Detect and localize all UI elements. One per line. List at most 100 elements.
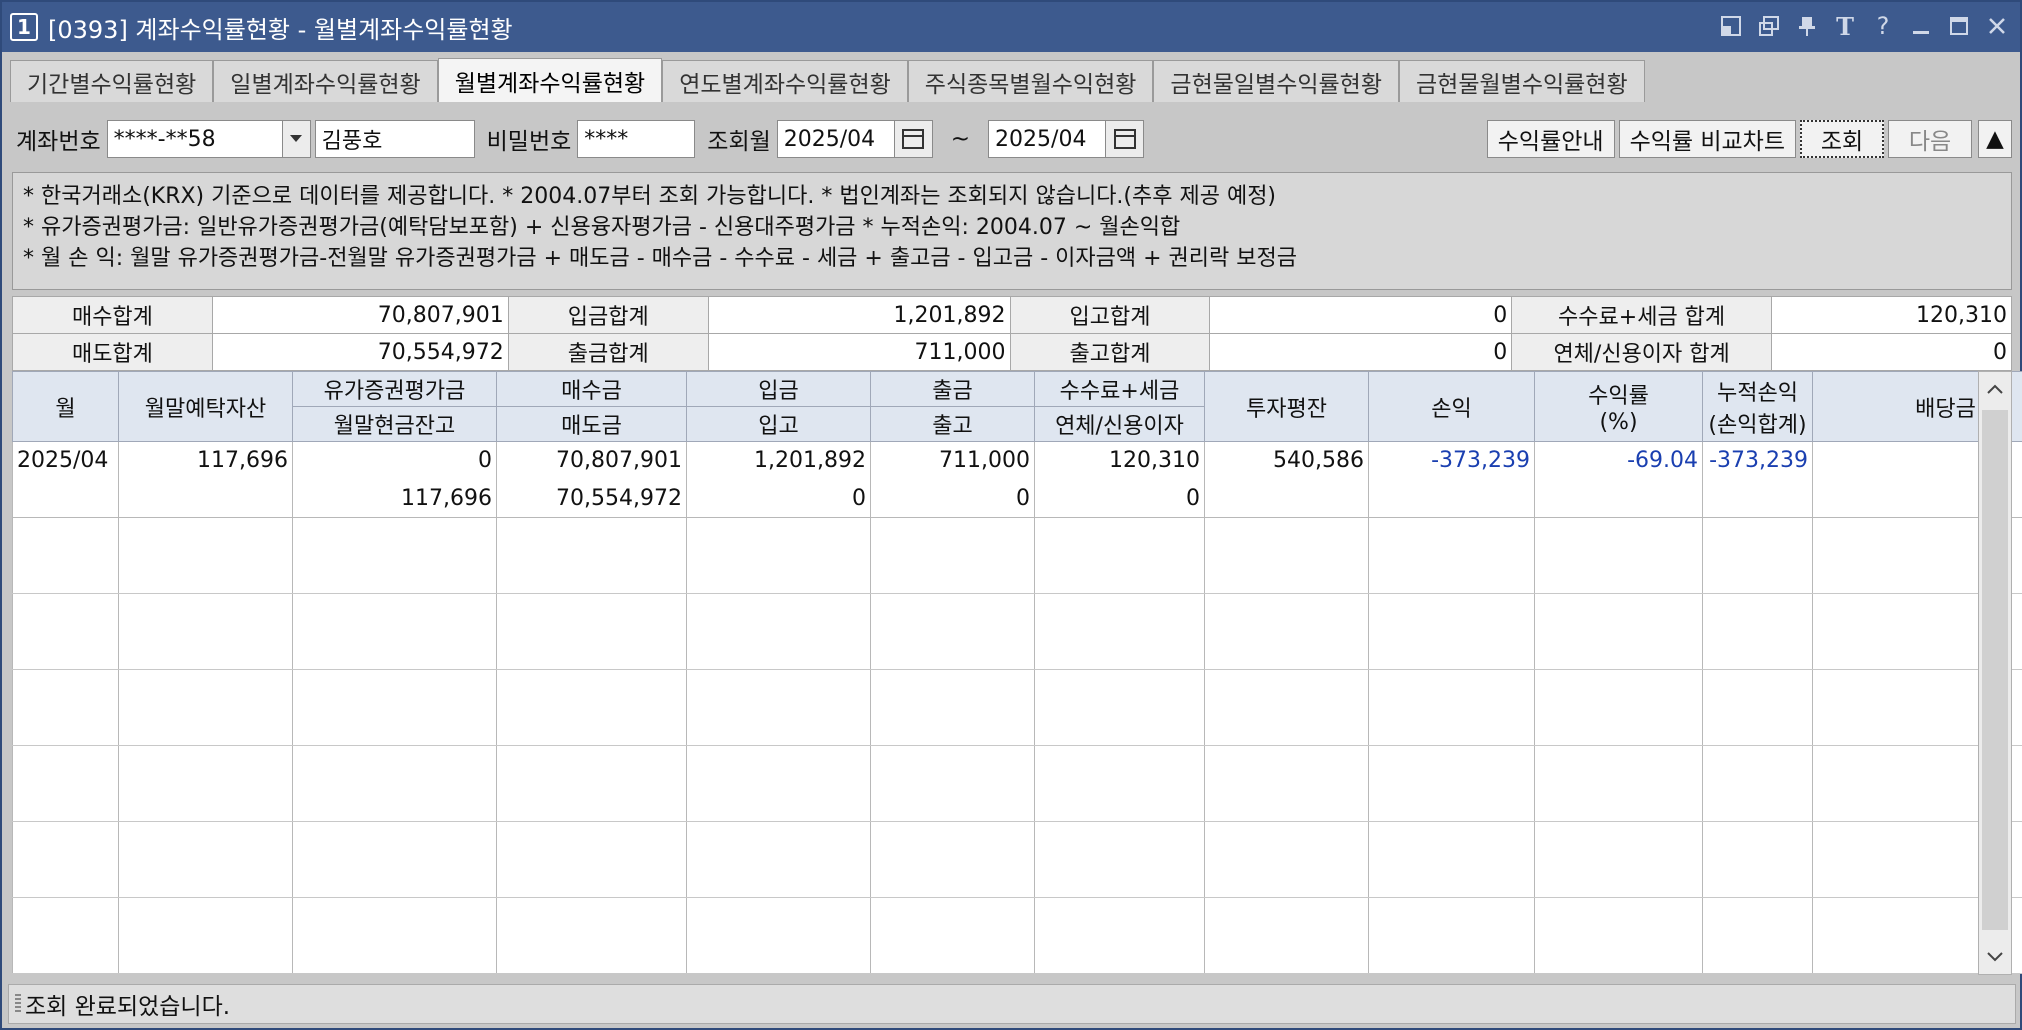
cell-in: 0 bbox=[686, 479, 871, 518]
cell-out: 0 bbox=[870, 479, 1035, 518]
cell-sell: 70,554,972 bbox=[496, 479, 687, 518]
col-avg-invest[interactable]: 투자평잔 bbox=[1204, 371, 1369, 442]
empty-row bbox=[12, 897, 2022, 974]
scroll-up-arrow[interactable] bbox=[1979, 372, 2011, 406]
tab-bar: 기간별수익률현황 일별계좌수익률현황 월별계좌수익률현황 연도별계좌수익률현황 … bbox=[10, 58, 1645, 102]
tab-gold-monthly-return[interactable]: 금현물월별수익률현황 bbox=[1399, 60, 1645, 102]
cell-avg-invest: 540,586 bbox=[1204, 441, 1369, 480]
chevron-down-icon bbox=[290, 135, 303, 142]
query-toolbar: 계좌번호 ****-**58 김풍호 비밀번호 **** 조회월 2025/04… bbox=[10, 114, 2012, 164]
out-total-value: 0 bbox=[1209, 333, 1513, 371]
title-controls: T ? bbox=[1716, 10, 2012, 42]
table-row[interactable]: 2025/04 117,696 0 70,807,901 1,201,892 7… bbox=[12, 441, 2022, 480]
col-sell[interactable]: 매도금 bbox=[496, 406, 687, 442]
fee-tax-total-value: 120,310 bbox=[1771, 296, 2012, 334]
col-fee-tax[interactable]: 수수료+세금 bbox=[1034, 371, 1205, 407]
maximize-icon[interactable] bbox=[1944, 10, 1974, 42]
tab-period-return[interactable]: 기간별수익률현황 bbox=[10, 60, 214, 102]
font-icon[interactable]: T bbox=[1830, 10, 1860, 42]
to-month-input[interactable]: 2025/04 bbox=[988, 120, 1107, 158]
query-button[interactable]: 조회 bbox=[1800, 120, 1884, 158]
tab-gold-daily-return[interactable]: 금현물일별수익률현황 bbox=[1153, 60, 1400, 102]
empty-row bbox=[12, 517, 2022, 594]
range-tilde: ~ bbox=[950, 126, 971, 152]
notice-line-3: * 월 손 익: 월말 유가증권평가금-전월말 유가증권평가금 + 매도금 - … bbox=[23, 246, 1297, 271]
notice-panel: * 한국거래소(KRX) 기준으로 데이터를 제공합니다. * 2004.07부… bbox=[12, 172, 2012, 290]
overdue-interest-label: 연체/신용이자 합계 bbox=[1511, 333, 1773, 371]
help-icon[interactable]: ? bbox=[1868, 10, 1898, 42]
cell-deposit: 1,201,892 bbox=[686, 441, 871, 480]
account-input[interactable]: ****-**58 bbox=[106, 120, 283, 158]
col-in[interactable]: 입고 bbox=[686, 406, 871, 442]
account-label: 계좌번호 bbox=[16, 129, 101, 155]
window-number-badge: 1 bbox=[10, 13, 38, 41]
scroll-down-arrow[interactable] bbox=[1979, 940, 2011, 974]
status-message: 조회 완료되었습니다. bbox=[25, 994, 231, 1020]
from-month-input[interactable]: 2025/04 bbox=[776, 120, 895, 158]
col-cum-pnl-label: 누적손익 bbox=[1717, 380, 1798, 406]
overdue-interest-value: 0 bbox=[1771, 333, 2012, 371]
cell-month-end-assets: 117,696 bbox=[118, 441, 293, 480]
account-dropdown-button[interactable] bbox=[282, 120, 311, 158]
status-bar: 조회 완료되었습니다. bbox=[8, 984, 2016, 1024]
col-withdraw[interactable]: 출금 bbox=[870, 371, 1035, 407]
chevron-up-icon bbox=[1987, 384, 2003, 394]
return-guide-button[interactable]: 수익률안내 bbox=[1486, 120, 1615, 158]
col-cum-pnl-sub: (손익합계) bbox=[1708, 412, 1807, 438]
notice-line-1: * 한국거래소(KRX) 기준으로 데이터를 제공합니다. * 2004.07부… bbox=[23, 184, 1277, 209]
cell-cash-balance: 117,696 bbox=[292, 479, 497, 518]
return-compare-chart-button[interactable]: 수익률 비교차트 bbox=[1618, 120, 1796, 158]
buy-total-value: 70,807,901 bbox=[211, 296, 509, 334]
tab-daily-account-return[interactable]: 일별계좌수익률현황 bbox=[213, 60, 438, 102]
col-month-end-assets[interactable]: 월말예탁자산 bbox=[118, 371, 293, 442]
next-button[interactable]: 다음 bbox=[1888, 120, 1972, 158]
col-pnl[interactable]: 손익 bbox=[1368, 371, 1535, 442]
in-total-label: 입고합계 bbox=[1009, 296, 1211, 334]
month-label: 조회월 bbox=[707, 129, 771, 155]
cell-pnl: -373,239 bbox=[1368, 441, 1535, 480]
col-month[interactable]: 월 bbox=[12, 371, 119, 442]
col-cash-balance[interactable]: 월말현금잔고 bbox=[292, 406, 497, 442]
col-deposit[interactable]: 입금 bbox=[686, 371, 871, 407]
layout-icon[interactable] bbox=[1716, 10, 1746, 42]
in-total-value: 0 bbox=[1209, 296, 1513, 334]
cell-return-rate: -69.04 bbox=[1534, 441, 1703, 480]
col-interest[interactable]: 연체/신용이자 bbox=[1034, 406, 1205, 442]
empty-row bbox=[12, 745, 2022, 822]
cell-fee-tax: 120,310 bbox=[1034, 441, 1205, 480]
title-bar: 1 [0393] 계좌수익률현황 - 월별계좌수익률현황 T ? bbox=[2, 2, 2020, 52]
to-month-calendar-button[interactable] bbox=[1106, 120, 1145, 158]
from-month-calendar-button[interactable] bbox=[894, 120, 933, 158]
tab-monthly-account-return[interactable]: 월별계좌수익률현황 bbox=[437, 58, 663, 102]
tab-yearly-account-return[interactable]: 연도별계좌수익률현황 bbox=[662, 60, 908, 102]
tab-stock-monthly-return[interactable]: 주식종목별월수익현황 bbox=[907, 60, 1154, 102]
pin-icon[interactable] bbox=[1792, 10, 1822, 42]
grid-scrollbar[interactable] bbox=[1978, 371, 2012, 975]
col-sec-eval[interactable]: 유가증권평가금 bbox=[292, 371, 497, 407]
sell-total-value: 70,554,972 bbox=[211, 333, 509, 371]
scroll-thumb[interactable] bbox=[1982, 410, 2008, 930]
summary-row-2: 매도합계 70,554,972 출금합계 711,000 출고합계 0 연체/신… bbox=[12, 333, 2012, 371]
col-out[interactable]: 출고 bbox=[870, 406, 1035, 442]
password-input[interactable]: **** bbox=[577, 120, 696, 158]
close-icon[interactable] bbox=[1982, 10, 2012, 42]
grid-header-row-1: 월 월말예탁자산 유가증권평가금 매수금 입금 출금 수수료+세금 투자평잔 손… bbox=[12, 371, 2022, 442]
password-label: 비밀번호 bbox=[486, 129, 572, 155]
table-row[interactable]: 117,696 70,554,972 0 0 0 bbox=[12, 479, 2022, 518]
summary-table: 매수합계 70,807,901 입금합계 1,201,892 입고합계 0 수수… bbox=[12, 296, 2012, 371]
deposit-total-value: 1,201,892 bbox=[707, 296, 1011, 334]
cell-interest: 0 bbox=[1034, 479, 1205, 518]
grip-icon bbox=[15, 994, 21, 1014]
window-title: [0393] 계좌수익률현황 - 월별계좌수익률현황 bbox=[48, 15, 513, 44]
col-return-rate-unit: (%) bbox=[1599, 410, 1638, 435]
new-window-icon[interactable] bbox=[1754, 10, 1784, 42]
col-cum-pnl[interactable]: 누적손익 (손익합계) bbox=[1702, 371, 1813, 442]
deposit-total-label: 입금합계 bbox=[507, 296, 709, 334]
monthly-return-grid: 월 월말예탁자산 유가증권평가금 매수금 입금 출금 수수료+세금 투자평잔 손… bbox=[12, 371, 2022, 974]
col-buy[interactable]: 매수금 bbox=[496, 371, 687, 407]
col-return-rate[interactable]: 수익률 (%) bbox=[1534, 371, 1703, 442]
minimize-icon[interactable] bbox=[1906, 10, 1936, 42]
collapse-button[interactable]: ▲ bbox=[1978, 120, 2012, 158]
cell-buy: 70,807,901 bbox=[496, 441, 687, 480]
col-return-rate-label: 수익률 bbox=[1588, 384, 1649, 409]
